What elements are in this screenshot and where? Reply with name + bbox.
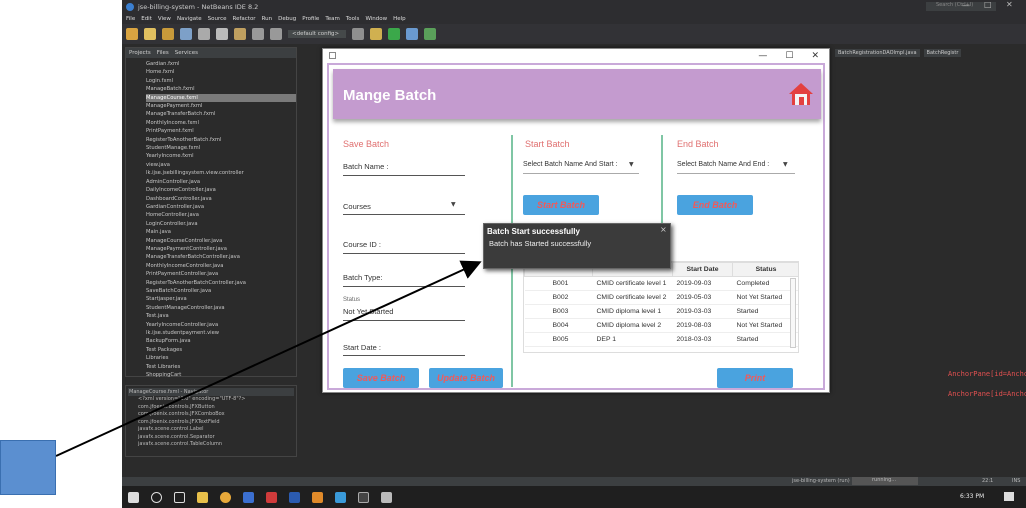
annotation-square [0, 440, 56, 495]
annotation-arrow [55, 260, 482, 457]
